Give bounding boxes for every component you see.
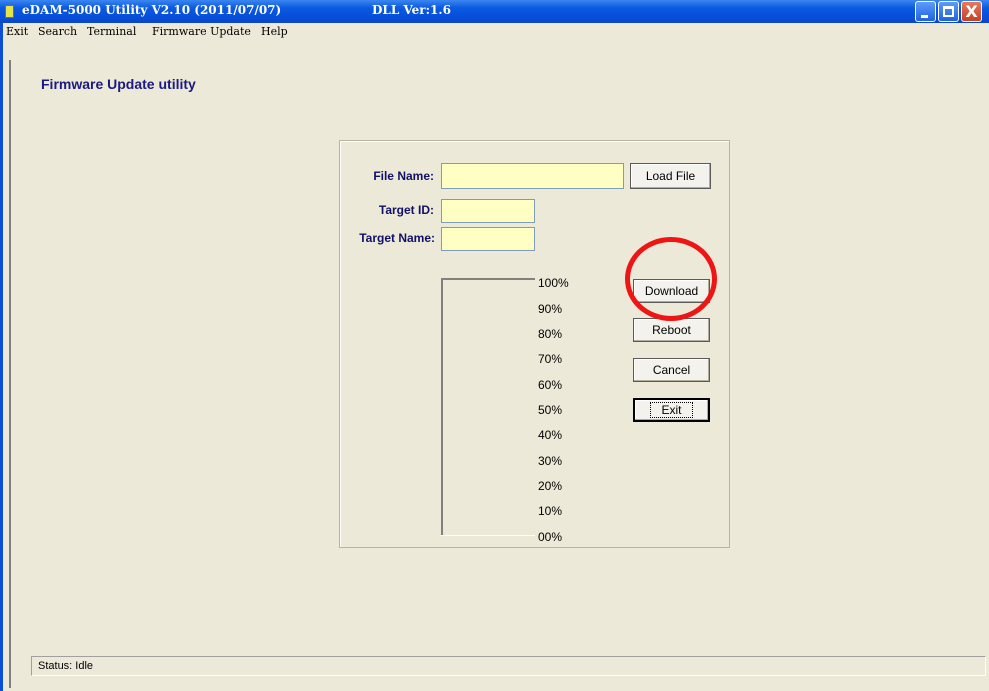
status-bar: Status: Idle <box>31 656 986 676</box>
reboot-button[interactable]: Reboot <box>633 318 710 342</box>
progress-bar <box>441 278 535 536</box>
exit-button-label: Exit <box>650 402 693 418</box>
minimize-icon[interactable] <box>915 1 936 22</box>
progress-tick: 100% <box>538 276 569 290</box>
target-name-label: Target Name: <box>359 231 435 245</box>
file-name-input[interactable] <box>441 163 624 189</box>
progress-tick: 40% <box>538 428 563 442</box>
frame-divider <box>9 60 11 688</box>
dll-version: DLL Ver:1.6 <box>372 3 451 17</box>
maximize-icon[interactable] <box>938 1 959 22</box>
target-id-input[interactable] <box>441 199 535 223</box>
app-icon[interactable] <box>5 5 14 18</box>
page-title: Firmware Update utility <box>41 76 196 92</box>
exit-button[interactable]: Exit <box>633 398 710 422</box>
target-name-input[interactable] <box>441 227 535 251</box>
progress-tick: 20% <box>538 479 563 493</box>
progress-tick: 10% <box>538 504 563 518</box>
target-id-label: Target ID: <box>378 203 434 217</box>
menu-firmware-update[interactable]: Firmware Update <box>152 25 251 38</box>
file-name-label: File Name: <box>373 169 434 183</box>
window-title: eDAM-5000 Utility V2.10 (2011/07/07) <box>22 3 282 17</box>
menu-exit[interactable]: Exit <box>6 25 28 38</box>
menu-bar: Exit Search Terminal Firmware Update Hel… <box>3 23 989 41</box>
progress-tick: 70% <box>538 352 563 366</box>
progress-tick: 60% <box>538 378 563 392</box>
window-border <box>0 23 3 691</box>
menu-help[interactable]: Help <box>261 25 288 38</box>
progress-bar-edge <box>441 535 535 536</box>
menu-search[interactable]: Search <box>38 25 77 38</box>
progress-tick: 50% <box>538 403 563 417</box>
close-glyph: X <box>965 2 978 21</box>
menu-terminal[interactable]: Terminal <box>87 25 136 38</box>
load-file-button[interactable]: Load File <box>630 163 711 189</box>
highlight-circle <box>625 237 717 321</box>
close-icon[interactable]: X <box>961 1 982 22</box>
progress-tick: 90% <box>538 302 563 316</box>
cancel-button[interactable]: Cancel <box>633 358 710 382</box>
progress-tick: 80% <box>538 327 563 341</box>
progress-tick: 00% <box>538 530 563 544</box>
title-bar: eDAM-5000 Utility V2.10 (2011/07/07) DLL… <box>0 0 989 23</box>
progress-tick: 30% <box>538 454 563 468</box>
